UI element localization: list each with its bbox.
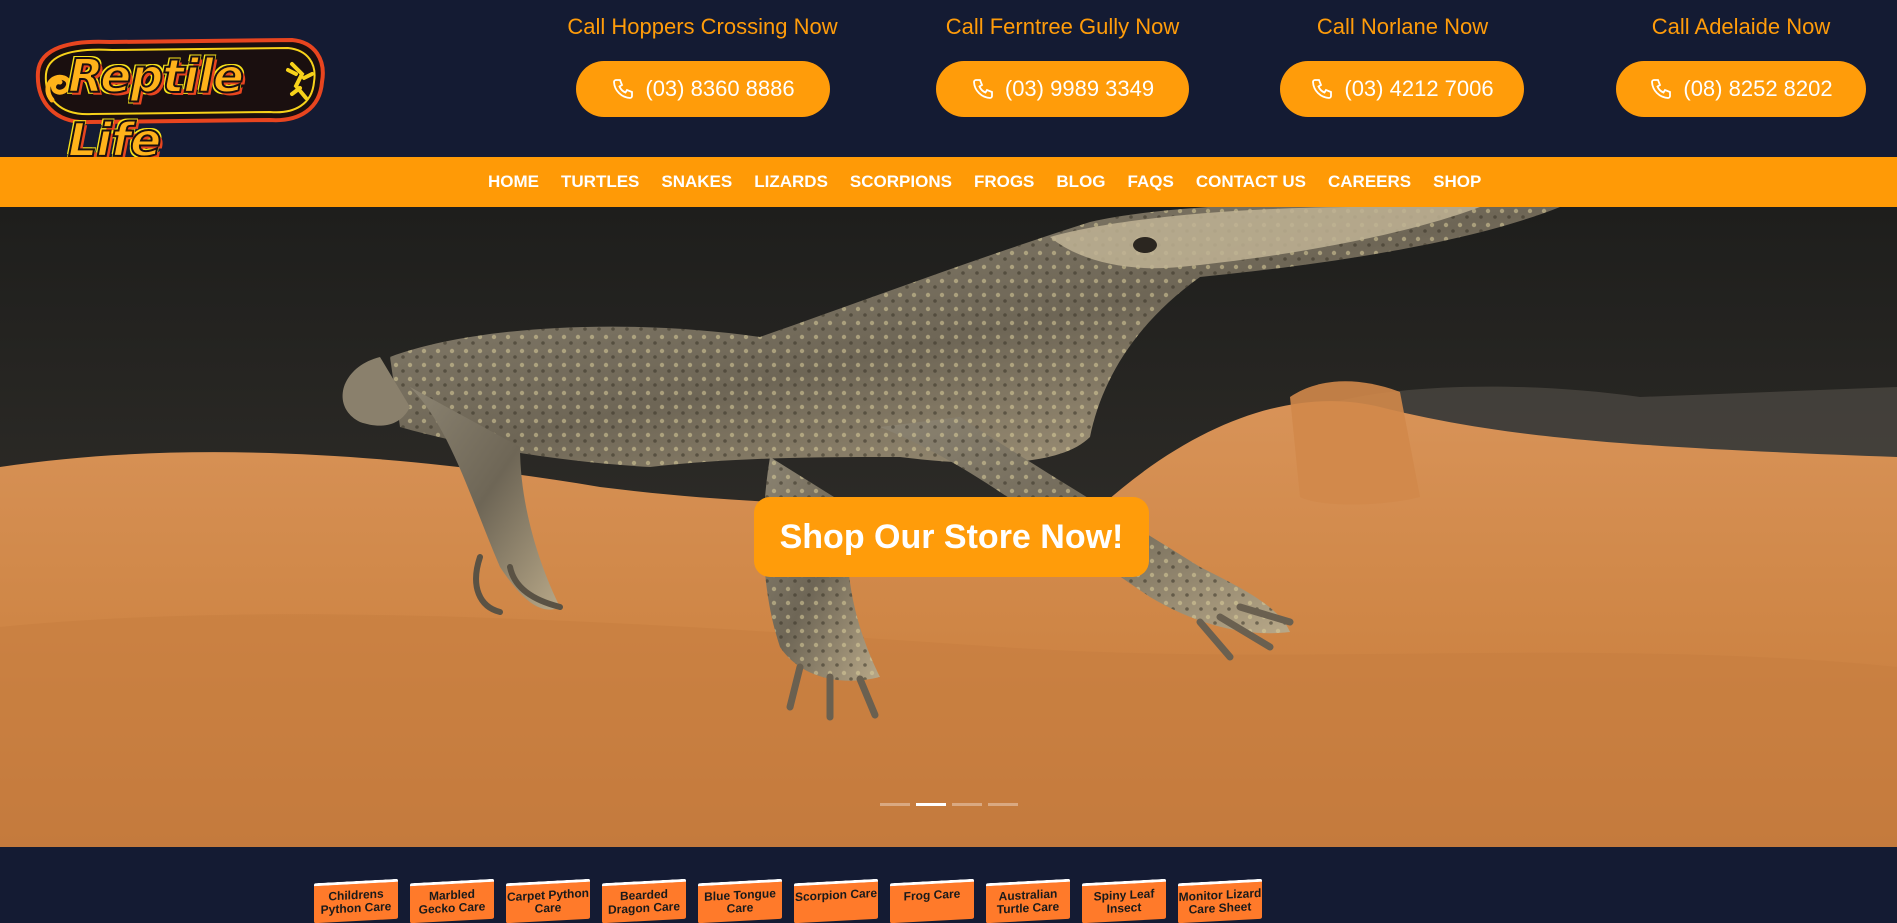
slide-dot[interactable]	[952, 803, 982, 806]
location-norlane: Call Norlane Now (03) 4212 7006	[1270, 0, 1535, 157]
care-book[interactable]: Bearded Dragon Care	[602, 878, 686, 923]
location-hoppers-crossing: Call Hoppers Crossing Now (03) 8360 8886	[530, 0, 875, 157]
care-book[interactable]: Blue Tongue Care	[698, 878, 782, 923]
phone-number: (03) 8360 8886	[645, 76, 795, 101]
nav-item-shop[interactable]: SHOP	[1433, 172, 1481, 192]
care-book[interactable]: Childrens Python Care	[314, 878, 398, 923]
care-books-list: Childrens Python Care Marbled Gecko Care…	[314, 878, 1262, 923]
care-book[interactable]: Australian Turtle Care	[986, 878, 1070, 923]
location-adelaide: Call Adelaide Now (08) 8252 8202	[1610, 0, 1872, 157]
location-title: Call Ferntree Gully Now	[945, 14, 1180, 39]
care-book[interactable]: Carpet Python Care	[506, 878, 590, 923]
nav-item-frogs[interactable]: FROGS	[974, 172, 1034, 192]
nav-item-turtles[interactable]: TURTLES	[561, 172, 639, 192]
nav-item-scorpions[interactable]: SCORPIONS	[850, 172, 952, 192]
call-norlane-button[interactable]: (03) 4212 7006	[1280, 61, 1524, 117]
hero-slider: Shop Our Store Now!	[0, 207, 1897, 847]
location-title: Call Adelaide Now	[1651, 14, 1831, 39]
nav-list: HOME TURTLES SNAKES LIZARDS SCORPIONS FR…	[488, 157, 1481, 207]
care-book[interactable]: Frog Care	[890, 878, 974, 923]
call-adelaide-button[interactable]: (08) 8252 8202	[1616, 61, 1866, 117]
phone-icon	[972, 79, 993, 99]
slide-dot[interactable]	[880, 803, 910, 806]
care-book[interactable]: Spiny Leaf Insect	[1082, 878, 1166, 923]
phone-number: (08) 8252 8202	[1683, 76, 1833, 101]
care-book[interactable]: Marbled Gecko Care	[410, 878, 494, 923]
nav-item-faqs[interactable]: FAQS	[1128, 172, 1174, 192]
phone-icon	[1312, 79, 1333, 99]
phone-number: (03) 4212 7006	[1344, 76, 1494, 101]
site-header: Reptile Life Call Hoppers Crossing Now (…	[0, 0, 1897, 168]
location-ferntree-gully: Call Ferntree Gully Now (03) 9989 3349	[910, 0, 1215, 157]
phone-icon	[613, 79, 634, 99]
nav-item-careers[interactable]: CAREERS	[1328, 172, 1411, 192]
main-nav: HOME TURTLES SNAKES LIZARDS SCORPIONS FR…	[0, 157, 1897, 207]
reptile-life-logo[interactable]: Reptile Life	[30, 30, 330, 168]
nav-item-contact-us[interactable]: CONTACT US	[1196, 172, 1306, 192]
slide-dot[interactable]	[988, 803, 1018, 806]
care-book[interactable]: Monitor Lizard Care Sheet	[1178, 878, 1262, 923]
nav-item-home[interactable]: HOME	[488, 172, 539, 192]
care-book[interactable]: Scorpion Care	[794, 878, 878, 923]
care-books-strip: Childrens Python Care Marbled Gecko Care…	[0, 847, 1897, 923]
nav-item-blog[interactable]: BLOG	[1056, 172, 1105, 192]
slide-dot-active[interactable]	[916, 803, 946, 806]
logo-wordmark: Reptile Life	[67, 48, 245, 168]
slider-pagination	[880, 803, 1018, 806]
call-ferntree-gully-button[interactable]: (03) 9989 3349	[936, 61, 1189, 117]
nav-item-lizards[interactable]: LIZARDS	[754, 172, 828, 192]
phone-icon	[1651, 79, 1672, 99]
location-title: Call Hoppers Crossing Now	[567, 14, 838, 39]
nav-item-snakes[interactable]: SNAKES	[661, 172, 732, 192]
location-title: Call Norlane Now	[1316, 14, 1489, 39]
call-hoppers-crossing-button[interactable]: (03) 8360 8886	[576, 61, 830, 117]
shop-our-store-button[interactable]: Shop Our Store Now!	[754, 497, 1149, 577]
phone-number: (03) 9989 3349	[1004, 76, 1155, 101]
